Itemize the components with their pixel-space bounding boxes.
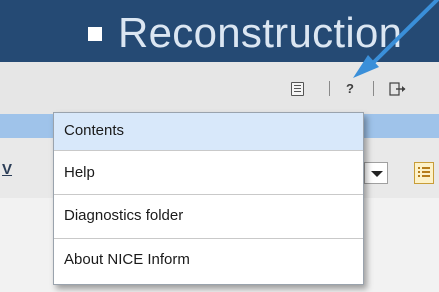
toolbar-divider [373,81,374,96]
logout-icon[interactable] [389,82,407,96]
menu-item-contents[interactable]: Contents [54,113,363,151]
list-icon[interactable] [291,82,304,96]
app-header: Reconstruction [0,0,439,62]
menu-item-diagnostics-folder[interactable]: Diagnostics folder [54,195,363,239]
list-view-icon[interactable] [414,162,434,184]
dropdown-arrow-button[interactable] [364,162,388,184]
help-icon[interactable]: ? [345,82,355,96]
toolbar-divider [329,81,330,96]
header-bullet-icon [88,27,102,41]
page-title: Reconstruction [118,9,403,56]
menu-item-about[interactable]: About NICE Inform [54,239,363,284]
help-menu: Contents Help Diagnostics folder About N… [53,112,364,285]
filter-label[interactable]: V [2,161,12,178]
menu-item-help[interactable]: Help [54,151,363,195]
